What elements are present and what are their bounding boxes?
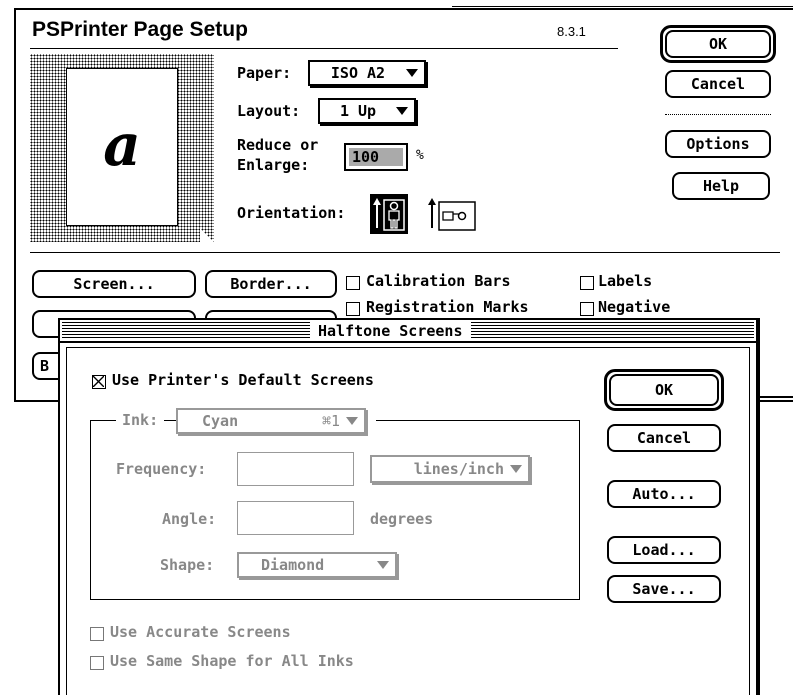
frequency-label: Frequency: [116,460,207,478]
halftone-save-button[interactable]: Save... [607,575,721,603]
halftone-save-label: Save... [632,580,696,598]
section-divider [30,252,780,253]
chevron-down-icon [406,69,418,77]
paper-value: ISO A2 [330,64,386,82]
layout-value: 1 Up [339,102,377,120]
halftone-ok-label: OK [654,381,674,399]
options-button[interactable]: Options [665,130,771,158]
shape-value: Diamond [261,556,325,574]
reduce-value: 100 [349,148,403,166]
ink-label: Ink: [116,411,165,429]
angle-field[interactable] [237,501,354,535]
page-setup-title: PSPrinter Page Setup [32,18,248,41]
ink-popup-mask [368,418,376,422]
paper-label: Paper: [237,64,292,82]
border-label: Border... [230,275,312,293]
halftone-title: Halftone Screens [310,321,471,341]
negative-label: Negative [598,298,671,316]
registration-marks-label: Registration Marks [366,298,529,316]
halftone-load-button[interactable]: Load... [607,536,721,564]
window-top-edge [452,6,793,7]
partial-button-label: B [40,357,50,375]
frequency-unit-popup[interactable]: lines/inch [370,455,530,483]
page-preview: a [30,54,214,242]
use-same-shape-label: Use Same Shape for All Inks [110,652,354,670]
chevron-down-icon [377,561,389,569]
halftone-auto-label: Auto... [632,485,696,503]
use-default-screens-label: Use Printer's Default Screens [112,371,374,389]
title-underline [30,48,618,49]
help-label: Help [702,177,740,195]
version-label: 8.3.1 [557,24,586,39]
halftone-load-label: Load... [632,541,696,559]
halftone-cancel-button[interactable]: Cancel [607,424,721,452]
ink-popup[interactable]: Cyan ⌘1 [176,408,366,434]
registration-marks-checkbox[interactable] [346,302,360,316]
halftone-auto-button[interactable]: Auto... [607,480,721,508]
preview-dog-ear [200,228,214,242]
outer-window-bottom-right [760,396,793,398]
layout-popup[interactable]: 1 Up [318,98,416,124]
cancel-button[interactable]: Cancel [665,70,771,98]
checkmark-x-icon [93,376,104,387]
use-accurate-screens-label: Use Accurate Screens [110,623,291,641]
reduce-label-2: Enlarge: [237,156,310,174]
reduce-label-1: Reduce or [237,136,319,154]
options-label: Options [686,135,750,153]
halftone-ok-button[interactable]: OK [609,374,719,406]
angle-label: Angle: [162,510,217,528]
use-accurate-screens-checkbox[interactable] [90,627,104,641]
halftone-cancel-label: Cancel [636,429,692,447]
use-default-screens-checkbox[interactable] [92,375,106,389]
title-bar-bottom [60,341,756,343]
frequency-field[interactable] [237,452,354,486]
landscape-icon[interactable] [426,194,478,234]
negative-checkbox[interactable] [580,302,594,316]
chevron-down-icon [510,465,522,473]
calibration-bars-checkbox[interactable] [346,276,360,290]
labels-label: Labels [598,272,653,290]
shape-popup[interactable]: Diamond [237,552,397,578]
orientation-label: Orientation: [237,204,346,222]
paper-popup[interactable]: ISO A2 [308,60,426,86]
percent-label: % [416,148,424,163]
shape-label: Shape: [160,556,215,574]
layout-label: Layout: [237,102,301,120]
reduce-field[interactable]: 100 [344,143,408,171]
calibration-bars-label: Calibration Bars [366,272,511,290]
ok-label: OK [708,35,728,53]
border-button[interactable]: Border... [205,270,337,298]
help-button[interactable]: Help [672,172,770,200]
frequency-unit-value: lines/inch [413,460,504,478]
cancel-label: Cancel [690,75,746,93]
use-same-shape-checkbox[interactable] [90,656,104,670]
screen-label: Screen... [73,275,155,293]
portrait-icon[interactable] [370,194,408,234]
screen-button[interactable]: Screen... [32,270,196,298]
ink-shortcut: ⌘1 [321,412,340,430]
button-separator [665,114,771,115]
labels-checkbox[interactable] [580,276,594,290]
chevron-down-icon [346,417,358,425]
chevron-down-icon [396,107,408,115]
preview-glyph: a [103,111,141,179]
ok-button[interactable]: OK [665,30,771,58]
ink-value: Cyan [202,412,239,430]
angle-unit: degrees [370,510,434,528]
preview-paper: a [66,68,178,226]
